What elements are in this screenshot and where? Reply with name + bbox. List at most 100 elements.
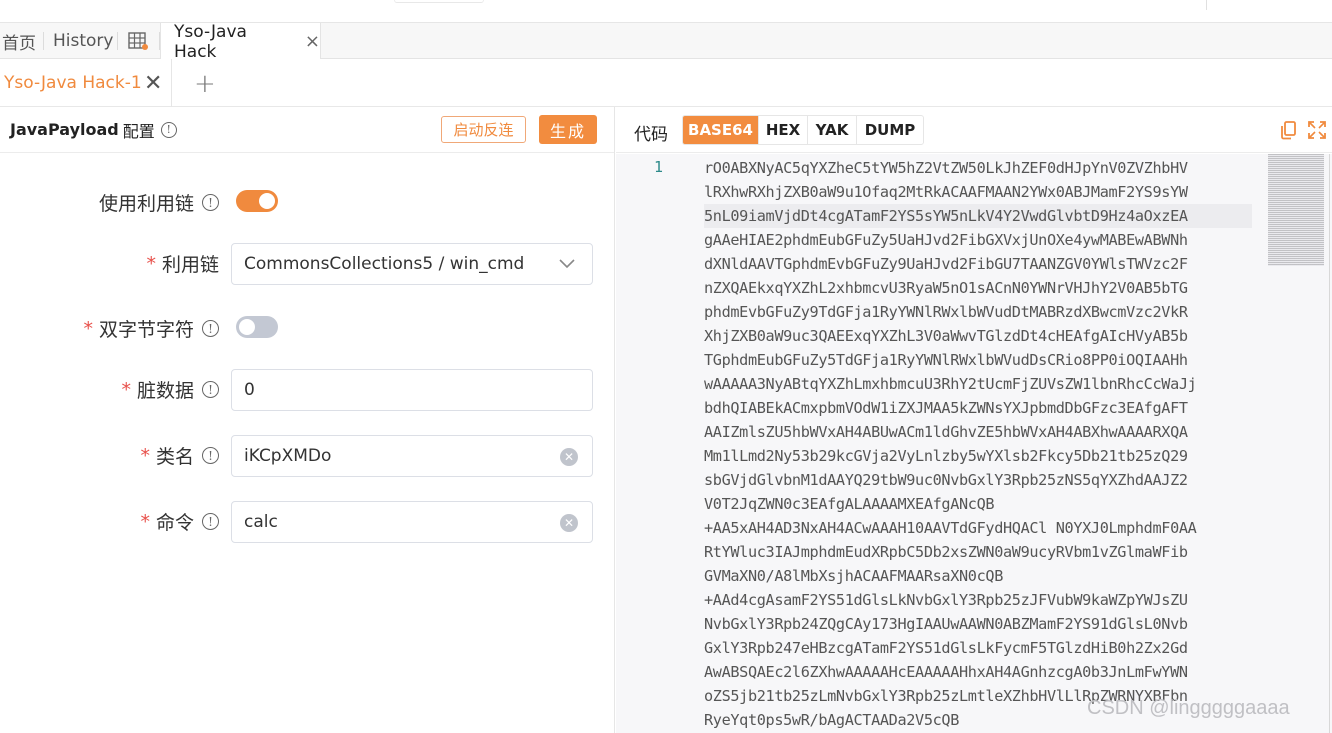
chain-text: 利用链: [161, 254, 219, 276]
required-mark: *: [83, 317, 93, 340]
required-mark: *: [121, 378, 131, 401]
code-line: GxlY3Rpb247eHBzcgATamF2YS51dGlsLkFycmF5T…: [704, 639, 1188, 657]
generate-button[interactable]: 生成: [539, 115, 597, 144]
classname-text: 类名: [155, 446, 194, 468]
toggle-knob: [239, 319, 255, 335]
info-icon[interactable]: !: [160, 121, 177, 138]
chain-row: * 利用链 CommonsCollections5 / win_cmd: [0, 243, 615, 285]
classname-input[interactable]: iKCpXMDo ✕: [231, 435, 593, 477]
chain-value: CommonsCollections5 / win_cmd: [244, 254, 525, 274]
format-base64[interactable]: BASE64: [683, 116, 759, 144]
add-tab-icon[interactable]: +: [194, 69, 216, 99]
required-mark: *: [140, 510, 150, 533]
code-line: +AA5xAH4AD3NxAH4ACwAAAH10AAVTdGFydHQACl …: [704, 519, 1197, 537]
code-line: TGphdmEubGFuZy5TdGFja1RyYWNlRWxlbWVudDsC…: [704, 351, 1188, 369]
chain-select[interactable]: CommonsCollections5 / win_cmd: [231, 243, 593, 285]
dirty-data-label: * 脏数据 !: [121, 376, 219, 403]
command-label: * 命令 !: [140, 508, 219, 535]
code-line: phdmEvbGFuZy9TdGFja1RyYWNlRWxlbWVudDtMAB…: [704, 303, 1188, 321]
classname-row: * 类名 ! iKCpXMDo ✕: [0, 435, 615, 477]
copy-icon[interactable]: [1279, 120, 1299, 140]
tab-yso-java-hack[interactable]: Yso-Java Hack ×: [160, 21, 321, 62]
clear-icon[interactable]: ✕: [560, 514, 578, 532]
code-line: NvbGxlY3Rpb24ZQgCAy173HgIAAUwAAWN0ABZMam…: [704, 615, 1188, 633]
dirty-data-text: 脏数据: [136, 380, 194, 402]
chevron-down-icon: [559, 259, 575, 269]
classname-label: * 类名 !: [140, 442, 219, 469]
tab-yso-java-hack-label: Yso-Java Hack: [174, 21, 247, 62]
config-header: JavaPayload 配置 ! 启动反连 生成: [0, 107, 614, 153]
code-editor[interactable]: 1 rO0ABXNyAC5qYXZheC5tYW5hZ2VtZW50LkJhZE…: [616, 154, 1332, 733]
code-line: bdhQIABEkACmxpbmVOdW1iZXJMAA5kZWNsYXJpbm…: [704, 399, 1188, 417]
double-byte-text: 双字节字符: [98, 319, 194, 341]
info-icon[interactable]: !: [202, 513, 219, 530]
window-top-strip: [0, 0, 1332, 23]
code-line: Mm1lLmd2Ny53b29kcGVja2VyLnlzby5wYXlsb2Fk…: [704, 447, 1188, 465]
minimap-border: [1329, 154, 1330, 733]
code-line: 5nL09iamVjdDt4cgATamF2YS5sYW5nLkV4Y2VwdG…: [704, 204, 1252, 228]
classname-value: iKCpXMDo: [244, 446, 332, 466]
clear-icon[interactable]: ✕: [560, 448, 578, 466]
code-content: rO0ABXNyAC5qYXZheC5tYW5hZ2VtZW50LkJhZEF0…: [704, 156, 1252, 732]
info-icon[interactable]: !: [202, 381, 219, 398]
info-icon[interactable]: !: [202, 320, 219, 337]
code-line: GVMaXN0/A8lMbXsjhACAAFMAARsaXN0cQB: [704, 567, 1003, 585]
double-byte-label: * 双字节字符 !: [83, 315, 219, 342]
code-line: gAAeHIAE2phdmEubGFuZy5UaHJvd2FibGXVxjUnO…: [704, 231, 1188, 249]
code-line: XhjZXB0aW9uc3QAEExqYXZhL3V0aWwvTGlzdDt4c…: [704, 327, 1188, 345]
tab-home-label: 首页: [2, 33, 36, 54]
dirty-data-value: 0: [244, 380, 255, 400]
top-handle: [394, 0, 484, 3]
double-byte-toggle[interactable]: [236, 316, 278, 338]
main-tab-bar: 首页 History Yso-Java Hack ×: [0, 21, 1332, 62]
table-icon: [128, 32, 148, 50]
tab-history-label: History: [53, 31, 114, 51]
close-icon[interactable]: ×: [305, 31, 320, 52]
required-mark: *: [140, 444, 150, 467]
code-line: AAIZmlsZU5hbWVxAH4ABUwACm1ldGhvZE5hbWVxA…: [704, 423, 1188, 441]
tab-table[interactable]: [118, 23, 160, 59]
tab-history[interactable]: History: [44, 23, 118, 59]
output-header: 代码 BASE64 HEX YAK DUMP: [616, 107, 1332, 153]
code-line: wAAAAA3NyABtqYXZhLmxhbmcuU3RhY2tUcmFjZUV…: [704, 375, 1197, 393]
info-icon[interactable]: !: [202, 194, 219, 211]
command-row: * 命令 ! calc ✕: [0, 501, 615, 543]
close-icon[interactable]: ✕: [144, 71, 162, 96]
format-hex[interactable]: HEX: [759, 116, 808, 144]
use-chain-text: 使用利用链: [98, 193, 194, 215]
subtab-label: Yso-Java Hack-1: [4, 73, 142, 93]
code-line: sbGVjdGlvbnM1dAAYQ29tbW9uc0NvbGxlY3Rpb25…: [704, 471, 1188, 489]
code-line: V0T2JqZWN0c3EAfgALAAAAMXEAfgANcQB: [704, 495, 995, 513]
command-value: calc: [244, 512, 278, 532]
minimap[interactable]: [1268, 154, 1324, 266]
code-line: lRXhwRXhjZXB0aW9u1Ofaq2MtRkACAAFMAAN2YWx…: [704, 183, 1188, 201]
toggle-knob: [259, 193, 275, 209]
command-input[interactable]: calc ✕: [231, 501, 593, 543]
subtab-yso-java-hack-1[interactable]: Yso-Java Hack-1 ✕: [0, 59, 172, 107]
dirty-data-row: * 脏数据 ! 0: [0, 369, 615, 411]
start-reverse-button[interactable]: 启动反连: [441, 116, 526, 143]
payload-config-panel: JavaPayload 配置 ! 启动反连 生成 使用利用链 ! * 利用链 C…: [0, 107, 615, 733]
chain-label: * 利用链: [146, 250, 219, 277]
line-number: 1: [654, 158, 664, 176]
config-title-suffix: 配置: [122, 121, 155, 141]
sub-tab-bar: Yso-Java Hack-1 ✕ +: [0, 59, 1332, 107]
output-panel: 代码 BASE64 HEX YAK DUMP 1 rO0ABXNyAC5qYXZ…: [616, 107, 1332, 733]
format-switch: BASE64 HEX YAK DUMP: [682, 115, 924, 145]
watermark: CSDN @lingggggaaaa: [1087, 697, 1290, 719]
code-line: dXNldAAVTGphdmEvbGFuZy9UaHJvd2FibGU7TAAN…: [704, 255, 1188, 273]
top-divider: [1206, 0, 1207, 10]
fullscreen-icon[interactable]: [1307, 120, 1327, 140]
code-label: 代码: [634, 125, 668, 145]
config-title: JavaPayload: [10, 120, 119, 139]
use-chain-row: 使用利用链 !: [0, 187, 615, 217]
format-yak[interactable]: YAK: [808, 116, 857, 144]
code-line: RtYWluc3IAJmphdmEudXRpbC5Db2xsZWN0aW9ucy…: [704, 543, 1188, 561]
info-icon[interactable]: !: [202, 447, 219, 464]
use-chain-toggle[interactable]: [236, 190, 278, 212]
tab-home[interactable]: 首页: [0, 23, 44, 59]
format-dump[interactable]: DUMP: [857, 116, 923, 144]
dirty-data-input[interactable]: 0: [231, 369, 593, 411]
double-byte-row: * 双字节字符 !: [0, 313, 615, 343]
code-line: nZXQAEkxqYXZhL2xhbmcvU3RyaW5nO1sACnN0YWN…: [704, 279, 1188, 297]
